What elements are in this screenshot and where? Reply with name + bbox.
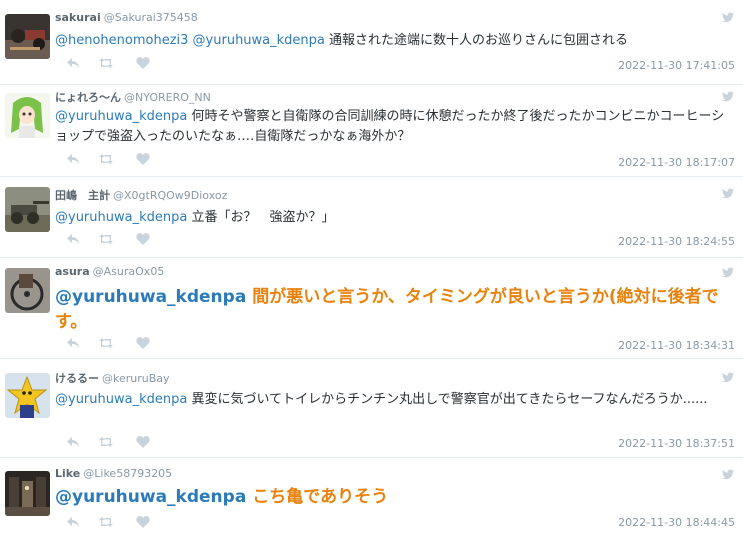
timestamp[interactable]: 2022-11-30 18:24:55 — [618, 235, 735, 248]
tweet-text: @yuruhuwa_kdenpa 間が悪いと言うか、タイミングが良いと言うか(絶… — [55, 285, 730, 335]
tweet-card: けるるー @keruruBay @yuruhuwa_kdenpa 異変に気づいてト… — [0, 359, 743, 458]
user-handle[interactable]: @NYORERO_NN — [124, 91, 211, 104]
display-name[interactable]: Like — [55, 467, 80, 480]
timestamp[interactable]: 2022-11-30 17:41:05 — [618, 59, 735, 72]
tweet-header: けるるー @keruruBay — [55, 370, 170, 386]
twitter-bird-icon[interactable] — [722, 372, 734, 383]
tweet-header: にょれろ〜ん @NYORERO_NN — [55, 89, 211, 105]
like-icon[interactable] — [136, 515, 150, 529]
twitter-bird-icon[interactable] — [722, 12, 734, 23]
tweet-header: asura @AsuraOx05 — [55, 265, 164, 278]
reply-icon[interactable] — [66, 336, 80, 350]
display-name[interactable]: sakurai — [55, 11, 101, 24]
tweet-card: 田嶋 主計 @X0gtRQOw9Dioxoz @yuruhuwa_kdenpa 立… — [0, 177, 743, 258]
mention-link[interactable]: @yuruhuwa_kdenpa — [55, 487, 246, 507]
retweet-icon[interactable] — [99, 152, 113, 166]
like-icon[interactable] — [136, 435, 150, 449]
tweet-content: 通報された途端に数十人のお巡りさんに包囲される — [329, 33, 629, 48]
tweet-text: @yuruhuwa_kdenpa 立番「お？ 強盗か？」 — [55, 208, 730, 228]
tweet-text: @yuruhuwa_kdenpa 何時そや警察と自衛隊の合同訓練の時に休憩だった… — [55, 107, 730, 147]
user-handle[interactable]: @keruruBay — [102, 372, 170, 385]
avatar[interactable] — [5, 373, 50, 418]
user-handle[interactable]: @Sakurai375458 — [104, 11, 198, 24]
tweet-content: 立番「お？ 強盗か？」 — [191, 210, 335, 225]
twitter-bird-icon[interactable] — [722, 91, 734, 102]
reply-icon[interactable] — [66, 232, 80, 246]
display-name[interactable]: にょれろ〜ん — [55, 91, 121, 104]
timestamp[interactable]: 2022-11-30 18:44:45 — [618, 516, 735, 529]
retweet-icon[interactable] — [99, 435, 113, 449]
mention-link[interactable]: @henohenomohezi3 @yuruhuwa_kdenpa — [55, 33, 325, 48]
like-icon[interactable] — [136, 152, 150, 166]
like-icon[interactable] — [136, 232, 150, 246]
user-handle[interactable]: @AsuraOx05 — [93, 265, 165, 278]
tweet-text: @yuruhuwa_kdenpa こち亀でありそう — [55, 485, 730, 510]
like-icon[interactable] — [136, 336, 150, 350]
mention-link[interactable]: @yuruhuwa_kdenpa — [55, 210, 187, 225]
tweet-content: こち亀でありそう — [252, 487, 389, 507]
twitter-bird-icon[interactable] — [722, 469, 734, 480]
tweet-card: Like @Like58793205 @yuruhuwa_kdenpa こち亀であ… — [0, 458, 743, 539]
reply-icon[interactable] — [66, 56, 80, 70]
reply-icon[interactable] — [66, 152, 80, 166]
retweet-icon[interactable] — [99, 232, 113, 246]
twitter-bird-icon[interactable] — [722, 267, 734, 278]
timestamp[interactable]: 2022-11-30 18:34:31 — [618, 339, 735, 352]
twitter-bird-icon[interactable] — [722, 188, 734, 199]
mention-link[interactable]: @yuruhuwa_kdenpa — [55, 109, 187, 124]
mention-link[interactable]: @yuruhuwa_kdenpa — [55, 392, 187, 407]
display-name[interactable]: 田嶋 主計 — [55, 189, 110, 202]
tweet-text: @yuruhuwa_kdenpa 異変に気づいてトイレからチンチン丸出しで警察官… — [55, 390, 730, 410]
display-name[interactable]: けるるー — [55, 372, 99, 385]
timestamp[interactable]: 2022-11-30 18:17:07 — [618, 156, 735, 169]
tweet-card: にょれろ〜ん @NYORERO_NN @yuruhuwa_kdenpa 何時そや警… — [0, 85, 743, 177]
avatar[interactable] — [5, 471, 50, 516]
tweet-header: Like @Like58793205 — [55, 467, 172, 480]
user-handle[interactable]: @X0gtRQOw9Dioxoz — [113, 189, 227, 202]
avatar[interactable] — [5, 268, 50, 313]
timestamp[interactable]: 2022-11-30 18:37:51 — [618, 437, 735, 450]
reply-icon[interactable] — [66, 435, 80, 449]
avatar[interactable] — [5, 14, 50, 59]
mention-link[interactable]: @yuruhuwa_kdenpa — [55, 287, 246, 307]
reply-icon[interactable] — [66, 515, 80, 529]
retweet-icon[interactable] — [99, 56, 113, 70]
tweet-header: 田嶋 主計 @X0gtRQOw9Dioxoz — [55, 187, 227, 203]
tweet-text: @henohenomohezi3 @yuruhuwa_kdenpa 通報された途… — [55, 31, 730, 51]
retweet-icon[interactable] — [99, 515, 113, 529]
tweet-card: asura @AsuraOx05 @yuruhuwa_kdenpa 間が悪いと言う… — [0, 258, 743, 359]
avatar[interactable] — [5, 187, 50, 232]
tweet-card: sakurai @Sakurai375458 @henohenomohezi3 @… — [0, 0, 743, 85]
tweet-content: 異変に気づいてトイレからチンチン丸出しで警察官が出てきたらセーフなんだろうか..… — [191, 392, 708, 407]
tweet-header: sakurai @Sakurai375458 — [55, 11, 198, 24]
user-handle[interactable]: @Like58793205 — [83, 467, 172, 480]
avatar[interactable] — [5, 93, 50, 138]
retweet-icon[interactable] — [99, 336, 113, 350]
display-name[interactable]: asura — [55, 265, 90, 278]
like-icon[interactable] — [136, 56, 150, 70]
